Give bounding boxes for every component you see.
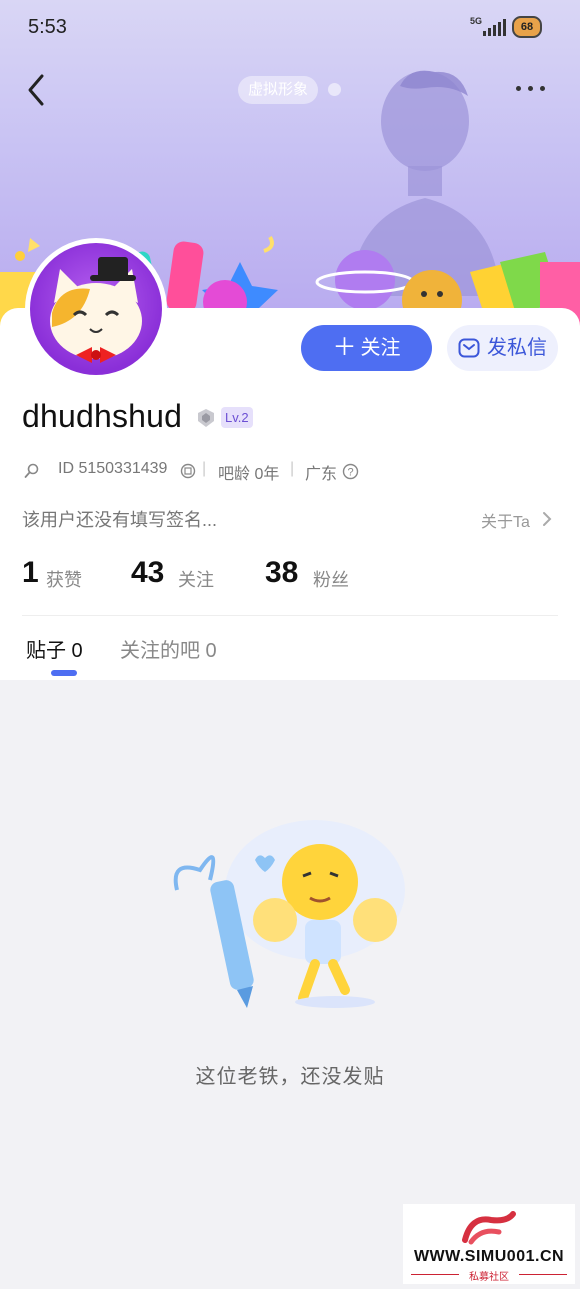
watermark-url: WWW.SIMU001.CN bbox=[413, 1248, 565, 1265]
more-dot-icon bbox=[540, 86, 545, 91]
tab-indicator bbox=[51, 670, 77, 676]
likes-count[interactable]: 1 bbox=[22, 556, 39, 590]
watermark-logo-icon bbox=[462, 1211, 516, 1245]
empty-state-illustration bbox=[173, 820, 405, 1008]
location: 广东 bbox=[305, 466, 338, 483]
meta-separator: | bbox=[290, 460, 295, 477]
plus-icon: ＋ bbox=[332, 334, 357, 361]
following-count[interactable]: 43 bbox=[131, 556, 164, 590]
more-options-button[interactable] bbox=[510, 80, 550, 100]
badge-icon bbox=[198, 409, 214, 427]
follow-label: 关注 bbox=[360, 337, 401, 359]
signature: 该用户还没有填写签名... bbox=[22, 510, 218, 530]
level-badge: Lv.2 bbox=[221, 407, 253, 428]
status-bar: 5:53 5G 68 bbox=[0, 0, 580, 56]
chevron-right-icon[interactable] bbox=[540, 510, 554, 528]
svg-text:?: ? bbox=[347, 467, 353, 479]
bar-age: 吧龄 0年 bbox=[218, 466, 280, 483]
help-icon[interactable]: ? bbox=[342, 463, 359, 480]
follow-button[interactable]: ＋关注 bbox=[301, 325, 432, 371]
about-link[interactable]: 关于Ta bbox=[481, 508, 530, 532]
user-id: ID 5150331439 bbox=[58, 460, 168, 477]
virtual-avatar-pill[interactable]: 虚拟形象 bbox=[238, 76, 319, 104]
copy-icon[interactable] bbox=[180, 463, 196, 479]
battery-icon: 68 bbox=[512, 16, 542, 38]
cat-illustration-icon bbox=[50, 257, 142, 363]
avatar[interactable] bbox=[25, 238, 167, 380]
search-icon bbox=[24, 463, 39, 478]
message-icon bbox=[458, 338, 480, 358]
tab-posts[interactable]: 贴子 0 bbox=[26, 634, 83, 663]
meta-separator: | bbox=[202, 460, 207, 477]
followers-count[interactable]: 38 bbox=[265, 556, 298, 590]
send-message-button[interactable]: 发私信 bbox=[447, 325, 558, 371]
watermark: WWW.SIMU001.CN 私募社区 bbox=[403, 1204, 575, 1284]
more-dot-icon bbox=[528, 86, 533, 91]
empty-state-message: 这位老铁，还没发贴 bbox=[195, 1066, 385, 1088]
watermark-line bbox=[519, 1274, 567, 1275]
divider bbox=[22, 615, 558, 616]
signal-icon bbox=[483, 19, 506, 36]
stats-row: 1 获赞 43 关注 38 粉丝 bbox=[0, 556, 580, 602]
message-label: 发私信 bbox=[487, 337, 547, 359]
username: dhudhshud bbox=[22, 398, 183, 434]
network-type: 5G bbox=[470, 16, 483, 26]
more-dot-icon bbox=[516, 86, 521, 91]
back-button[interactable] bbox=[22, 72, 52, 108]
status-time: 5:53 bbox=[28, 16, 67, 38]
following-label[interactable]: 关注 bbox=[178, 566, 214, 592]
virtual-avatar-dot bbox=[328, 83, 341, 96]
tab-followed-bars[interactable]: 关注的吧 0 bbox=[120, 634, 217, 663]
likes-label[interactable]: 获赞 bbox=[46, 566, 82, 592]
watermark-sub: 私募社区 bbox=[469, 1272, 509, 1283]
cat-avatar-image bbox=[30, 243, 162, 375]
followers-label[interactable]: 粉丝 bbox=[313, 566, 349, 592]
